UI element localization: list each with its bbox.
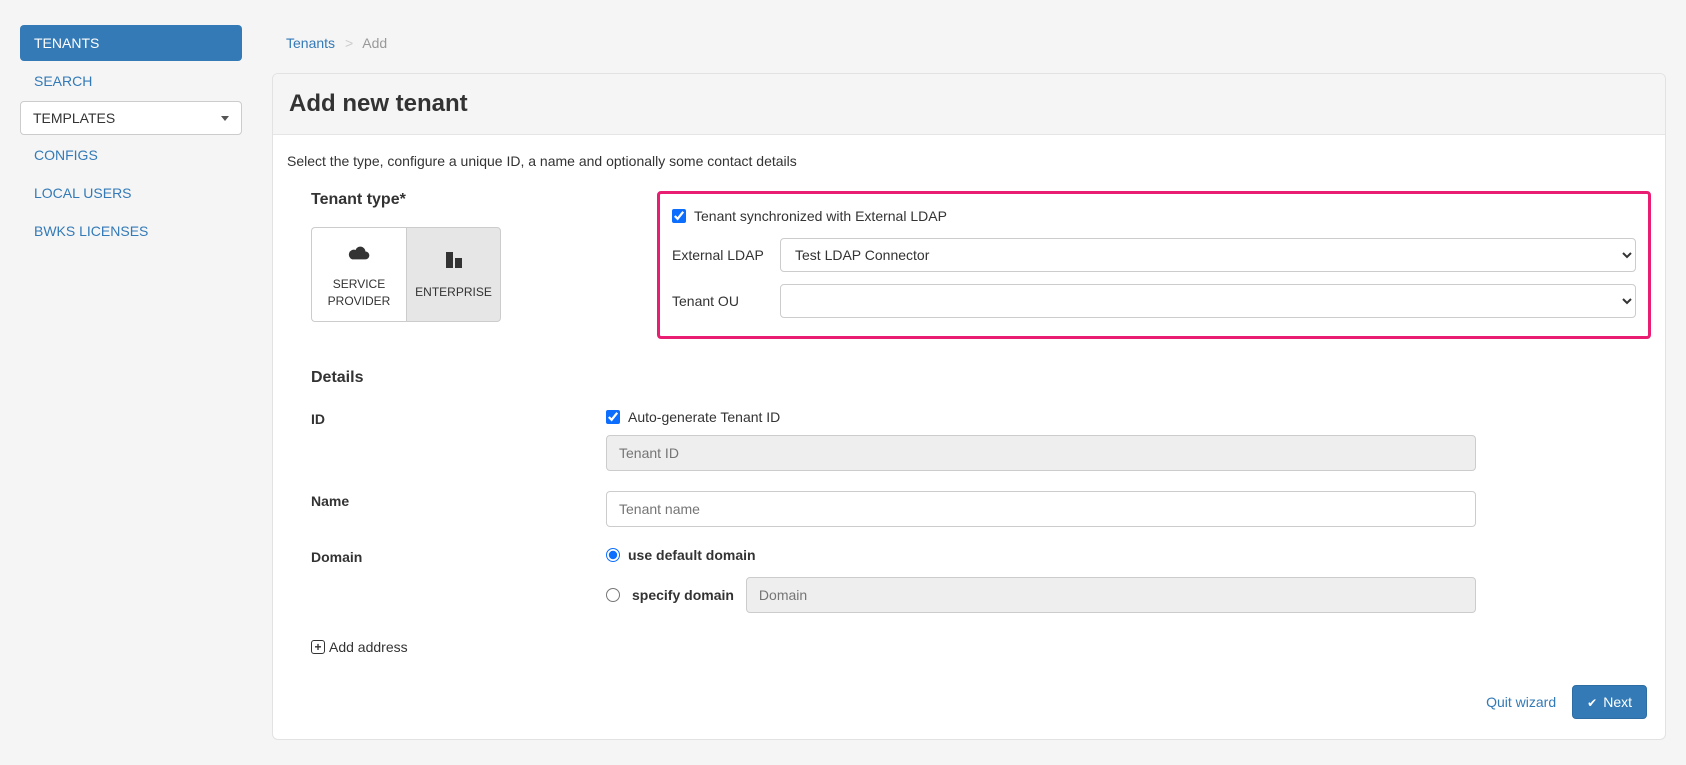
- autogen-id-checkbox[interactable]: [606, 410, 620, 424]
- tenant-type-enterprise[interactable]: ENTERPRISE: [406, 227, 501, 322]
- tenant-type-group: SERVICE PROVIDER ENTERPRISE: [311, 227, 617, 322]
- ldap-sync-box: Tenant synchronized with External LDAP E…: [657, 191, 1651, 339]
- cloud-icon: [348, 240, 370, 268]
- domain-specify-radio[interactable]: [606, 588, 620, 602]
- tenant-ou-label: Tenant OU: [672, 293, 780, 309]
- chevron-down-icon: [221, 116, 229, 121]
- name-label: Name: [311, 491, 606, 527]
- domain-label: Domain: [311, 547, 606, 613]
- panel-header: Add new tenant: [273, 74, 1665, 135]
- tenant-type-service-provider[interactable]: SERVICE PROVIDER: [311, 227, 406, 322]
- page-title: Add new tenant: [289, 90, 1649, 118]
- add-address-button[interactable]: + Add address: [311, 639, 408, 655]
- sidebar-item-local-users[interactable]: LOCAL USERS: [20, 175, 242, 211]
- autogen-id-label: Auto-generate Tenant ID: [628, 409, 780, 425]
- plus-icon: +: [311, 640, 325, 654]
- tenant-ou-select[interactable]: [780, 284, 1636, 318]
- domain-input: [746, 577, 1476, 613]
- tenant-type-heading: Tenant type*: [311, 191, 617, 209]
- next-button[interactable]: Next: [1572, 685, 1647, 719]
- domain-default-radio[interactable]: [606, 548, 620, 562]
- tenant-name-input[interactable]: [606, 491, 1476, 527]
- next-button-label: Next: [1603, 694, 1632, 710]
- building-icon: [443, 248, 465, 276]
- instruction-text: Select the type, configure a unique ID, …: [287, 153, 1651, 169]
- sidebar-item-configs[interactable]: CONFIGS: [20, 137, 242, 173]
- check-icon: [1587, 694, 1597, 710]
- tenant-type-label: ENTERPRISE: [415, 284, 492, 301]
- external-ldap-select[interactable]: Test LDAP Connector: [780, 238, 1636, 272]
- sidebar-item-templates[interactable]: TEMPLATES: [20, 101, 242, 135]
- id-label: ID: [311, 409, 606, 471]
- main-content: Tenants > Add Add new tenant Select the …: [262, 0, 1686, 765]
- sidebar-item-bwks-licenses[interactable]: BWKS LICENSES: [20, 213, 242, 249]
- add-address-label: Add address: [329, 639, 408, 655]
- ldap-sync-checkbox[interactable]: [672, 209, 686, 223]
- breadcrumb-parent[interactable]: Tenants: [286, 35, 335, 51]
- sidebar-item-search[interactable]: SEARCH: [20, 63, 242, 99]
- ldap-sync-label: Tenant synchronized with External LDAP: [694, 208, 947, 224]
- breadcrumb-separator: >: [345, 35, 353, 51]
- external-ldap-label: External LDAP: [672, 247, 780, 263]
- domain-default-label: use default domain: [628, 547, 756, 563]
- tenant-id-input: [606, 435, 1476, 471]
- domain-specify-label: specify domain: [632, 587, 734, 603]
- breadcrumb-current: Add: [362, 35, 387, 51]
- details-heading: Details: [311, 369, 1651, 387]
- sidebar: TENANTS SEARCH TEMPLATES CONFIGS LOCAL U…: [0, 0, 262, 765]
- sidebar-item-label: TEMPLATES: [33, 110, 115, 126]
- wizard-panel: Add new tenant Select the type, configur…: [272, 73, 1666, 740]
- tenant-type-label: SERVICE PROVIDER: [312, 276, 406, 310]
- sidebar-item-tenants[interactable]: TENANTS: [20, 25, 242, 61]
- breadcrumb: Tenants > Add: [286, 35, 1666, 51]
- quit-wizard-button[interactable]: Quit wizard: [1486, 694, 1556, 710]
